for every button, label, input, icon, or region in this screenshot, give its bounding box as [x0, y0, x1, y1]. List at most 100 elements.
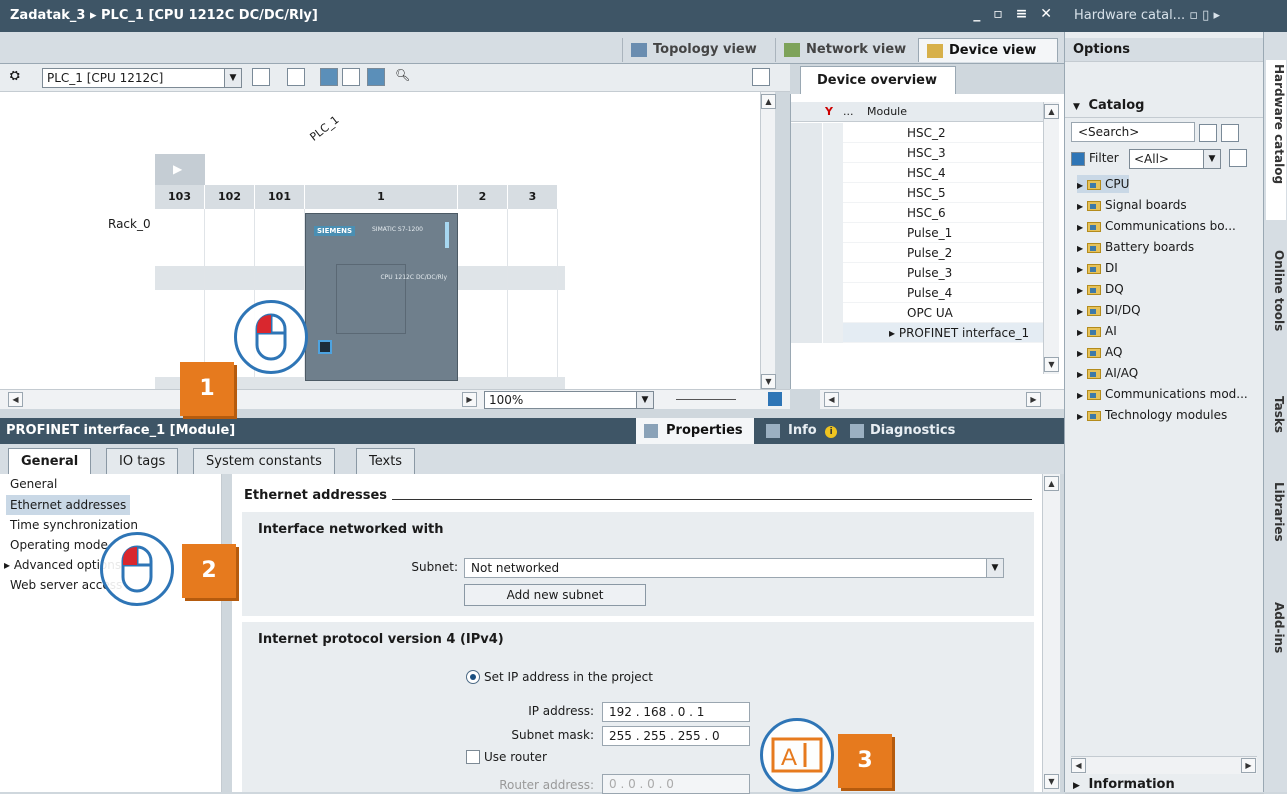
side-tab-tasks[interactable]: Tasks	[1266, 392, 1286, 462]
chevron-up-icon[interactable]: ▲	[1044, 476, 1059, 491]
nav-item-time-sync[interactable]: Time synchronization	[10, 515, 138, 535]
filter-checkbox[interactable]	[1071, 152, 1085, 166]
chevron-up-icon[interactable]: ▲	[1044, 104, 1059, 119]
set-ip-label: Set IP address in the project	[484, 670, 653, 684]
table-row[interactable]: ▸ PROFINET interface_1	[791, 323, 1043, 343]
tab-system-constants[interactable]: System constants	[193, 448, 335, 474]
view-icon[interactable]	[320, 68, 338, 86]
slot-column[interactable]	[155, 209, 205, 379]
zoom-select[interactable]: 100% ▼	[484, 391, 654, 409]
catalog-hscroll[interactable]: ◀ ▶	[1071, 756, 1257, 774]
table-row[interactable]: HSC_2	[791, 123, 1043, 143]
catalog-item[interactable]: ▶ Communications mod...	[1077, 385, 1248, 403]
options-header[interactable]: Options	[1065, 38, 1264, 62]
catalog-item-cpu[interactable]: ▶ CPU	[1077, 175, 1130, 193]
swap-icon[interactable]	[252, 68, 270, 86]
side-tab-add-ins[interactable]: Add-ins	[1266, 598, 1286, 668]
zoom-slider[interactable]	[676, 399, 736, 400]
tab-texts[interactable]: Texts	[356, 448, 416, 474]
side-tab-hardware-catalog[interactable]: Hardware catalog	[1266, 60, 1286, 220]
tab-device-view[interactable]: Device view	[918, 38, 1058, 62]
table-row[interactable]: Pulse_3	[791, 263, 1043, 283]
overview-vscroll[interactable]: ▲ ▼	[1043, 102, 1059, 374]
catalog-item[interactable]: ▶ AQ	[1077, 343, 1122, 361]
side-tab-libraries[interactable]: Libraries	[1266, 478, 1286, 568]
tab-properties[interactable]: Properties	[636, 418, 754, 444]
device-tree-icon[interactable]: ⛭	[10, 68, 28, 86]
table-row[interactable]: HSC_4	[791, 163, 1043, 183]
chevron-right-icon[interactable]: ▶	[1026, 392, 1041, 407]
catalog-item[interactable]: ▶ Communications bo...	[1077, 217, 1236, 235]
filter-icon[interactable]	[1229, 149, 1247, 167]
chevron-up-icon[interactable]: ▲	[761, 94, 776, 109]
canvas-hscroll[interactable]: ◀ ▶ 100% ▼	[0, 389, 790, 409]
canvas-vscroll[interactable]: ▲ ▼	[760, 92, 776, 389]
device-select[interactable]: PLC_1 [CPU 1212C] ▼	[42, 68, 242, 88]
window-controls[interactable]: _ ▫ ≡ ✕	[973, 6, 1056, 22]
tab-io-tags[interactable]: IO tags	[106, 448, 179, 474]
catalog-item[interactable]: ▶ AI	[1077, 322, 1117, 340]
side-tab-online-tools[interactable]: Online tools	[1266, 246, 1286, 366]
chevron-left-icon[interactable]: ◀	[1071, 758, 1086, 773]
catalog-item[interactable]: ▶ DI/DQ	[1077, 301, 1141, 319]
catalog-item[interactable]: ▶ Technology modules	[1077, 406, 1227, 424]
chevron-down-icon[interactable]: ▼	[1044, 357, 1059, 372]
table-row[interactable]: Pulse_1	[791, 223, 1043, 243]
subnet-select[interactable]: Not networked ▼	[464, 558, 1004, 578]
chevron-left-icon[interactable]: ◀	[824, 392, 839, 407]
overview-icon[interactable]	[768, 392, 782, 406]
nav-item-ethernet-addresses[interactable]: Ethernet addresses	[6, 495, 131, 515]
catalog-item[interactable]: ▶ AI/AQ	[1077, 364, 1138, 382]
panel-icon[interactable]	[752, 68, 770, 86]
table-row[interactable]: OPC UA	[791, 303, 1043, 323]
overview-hscroll[interactable]: ◀ ▶	[820, 389, 1064, 409]
tab-general[interactable]: General	[8, 448, 92, 474]
zoom-icon[interactable]: 🔍︎	[395, 68, 413, 86]
catalog-item[interactable]: ▶ DQ	[1077, 280, 1124, 298]
catalog-item[interactable]: ▶ DI	[1077, 259, 1118, 277]
expand-arrow[interactable]: ▶	[155, 154, 205, 185]
name-icon[interactable]	[287, 68, 305, 86]
router-address-input[interactable]: 0 . 0 . 0 . 0	[602, 774, 750, 794]
splitter[interactable]	[0, 409, 1064, 418]
tab-diagnostics[interactable]: Diagnostics	[846, 418, 966, 444]
table-row[interactable]: HSC_5	[791, 183, 1043, 203]
catalog-search-input[interactable]: <Search>	[1071, 122, 1195, 142]
slot-column[interactable]	[458, 209, 508, 379]
search-icon[interactable]	[1199, 124, 1217, 142]
set-ip-radio[interactable]	[466, 670, 480, 684]
table-row[interactable]: Pulse_4	[791, 283, 1043, 303]
catalog-item[interactable]: ▶ Battery boards	[1077, 238, 1194, 256]
table-row[interactable]: HSC_3	[791, 143, 1043, 163]
chevron-right-icon[interactable]: ▶	[1241, 758, 1256, 773]
catalog-item[interactable]: ▶ Signal boards	[1077, 196, 1187, 214]
grid-icon[interactable]	[342, 68, 360, 86]
device-canvas[interactable]: PLC_1 ▶ 103 102 101 1 2 3 Rack_0 SIEMENS…	[0, 92, 776, 389]
nav-item-operating-mode[interactable]: Operating mode	[10, 535, 108, 555]
tab-network-view[interactable]: Network view	[775, 38, 915, 62]
subnet-mask-input[interactable]: 255 . 255 . 255 . 0	[602, 726, 750, 746]
ip-address-input[interactable]: 192 . 168 . 0 . 1	[602, 702, 750, 722]
search-next-icon[interactable]	[1221, 124, 1239, 142]
filter-select[interactable]: <All> ▼	[1129, 149, 1221, 169]
catalog-header[interactable]: ▼ Catalog	[1065, 94, 1264, 118]
table-row[interactable]: HSC_6	[791, 203, 1043, 223]
plc-module[interactable]: SIEMENS SIMATIC S7-1200 CPU 1212C DC/DC/…	[305, 213, 458, 381]
chevron-left-icon[interactable]: ◀	[8, 392, 23, 407]
information-header[interactable]: ▶ Information	[1065, 776, 1264, 794]
slot-column[interactable]	[508, 209, 558, 379]
content-vscroll[interactable]: ▲ ▼	[1042, 474, 1060, 792]
add-subnet-button[interactable]: Add new subnet	[464, 584, 646, 606]
tab-topology-view[interactable]: Topology view	[622, 38, 772, 62]
nav-item-general[interactable]: General	[10, 474, 57, 494]
use-router-checkbox[interactable]	[466, 750, 480, 764]
chevron-down-icon[interactable]: ▼	[761, 374, 776, 389]
table-icon[interactable]	[367, 68, 385, 86]
hardware-catalog-panel: Options ▼ Catalog <Search> Filter <All> …	[1064, 32, 1264, 794]
chevron-down-icon[interactable]: ▼	[1044, 774, 1059, 789]
chevron-right-icon[interactable]: ▶	[462, 392, 477, 407]
tab-device-overview[interactable]: Device overview	[800, 66, 956, 94]
table-row[interactable]: Pulse_2	[791, 243, 1043, 263]
profinet-port-icon[interactable]	[318, 340, 332, 354]
tab-info[interactable]: Info i	[760, 418, 842, 444]
